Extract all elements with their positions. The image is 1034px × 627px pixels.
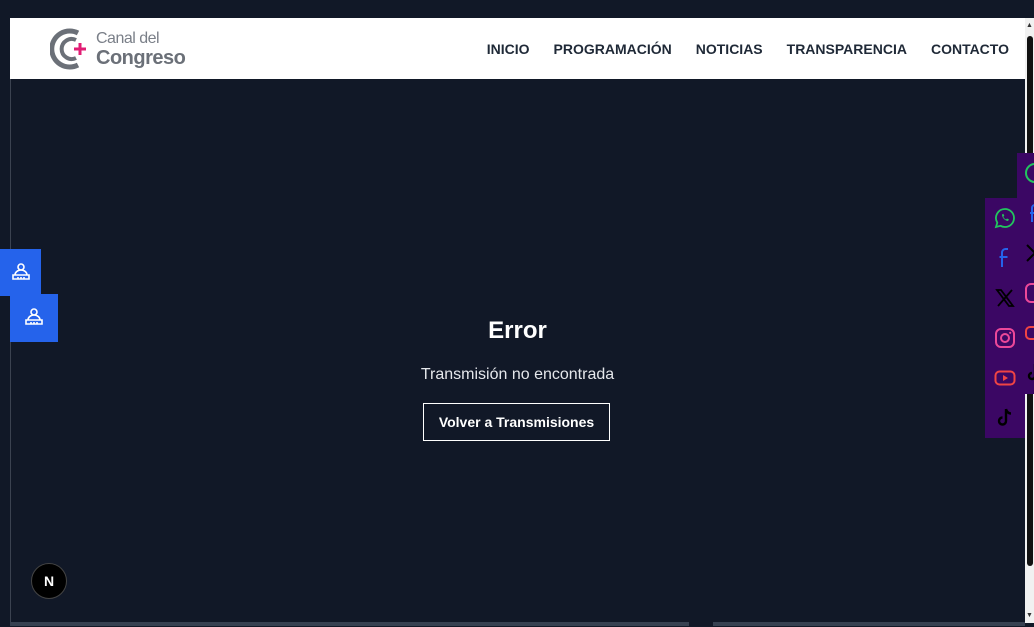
accessibility-icon	[25, 308, 43, 325]
whatsapp-icon	[994, 208, 1015, 229]
whatsapp-icon[interactable]	[1021, 153, 1034, 193]
scroll-down-arrow-icon[interactable]: ▼	[1026, 612, 1033, 619]
error-title: Error	[488, 317, 547, 344]
tiktok-link[interactable]	[991, 398, 1019, 438]
main-content: Error Transmisión no encontrada Volver a…	[10, 79, 1025, 623]
logo-mark-icon	[50, 28, 88, 70]
nav-contacto[interactable]: CONTACTO	[931, 41, 1009, 57]
x-link[interactable]	[991, 278, 1019, 318]
accessibility-button-secondary[interactable]	[10, 294, 58, 342]
nav-transparencia[interactable]: TRANSPARENCIA	[787, 41, 907, 57]
instagram-link[interactable]	[991, 318, 1019, 358]
facebook-link[interactable]	[991, 238, 1019, 278]
nextjs-dev-badge[interactable]: N	[31, 563, 67, 599]
whatsapp-link[interactable]	[991, 198, 1019, 238]
nav-programacion[interactable]: PROGRAMACIÓN	[554, 41, 672, 57]
x-icon	[995, 289, 1015, 307]
main-nav: INICIO PROGRAMACIÓN NOTICIAS TRANSPARENC…	[487, 18, 1009, 79]
bottom-panel-left	[10, 622, 689, 626]
bottom-panel-right	[713, 622, 1025, 626]
social-bar	[985, 198, 1025, 438]
facebook-icon	[999, 248, 1008, 267]
nav-inicio[interactable]: INICIO	[487, 41, 530, 57]
accessibility-icon	[11, 262, 30, 280]
tiktok-icon	[997, 408, 1012, 426]
accessibility-button[interactable]	[0, 249, 41, 296]
logo-text-line2: Congreso	[96, 46, 186, 69]
error-message: Transmisión no encontrada	[420, 366, 615, 383]
site-header: Canal del Congreso INICIO PROGRAMACIÓN N…	[10, 18, 1025, 79]
back-to-streams-button[interactable]: Volver a Transmisiones	[423, 403, 610, 441]
canal-del-congreso-logo[interactable]: Canal del Congreso	[50, 26, 200, 72]
youtube-icon	[994, 370, 1016, 386]
youtube-link[interactable]	[991, 358, 1019, 398]
instagram-icon	[995, 328, 1015, 348]
nav-noticias[interactable]: NOTICIAS	[696, 41, 763, 57]
logo-text-line1: Canal del	[96, 29, 160, 47]
scroll-up-arrow-icon[interactable]: ▲	[1026, 22, 1033, 29]
